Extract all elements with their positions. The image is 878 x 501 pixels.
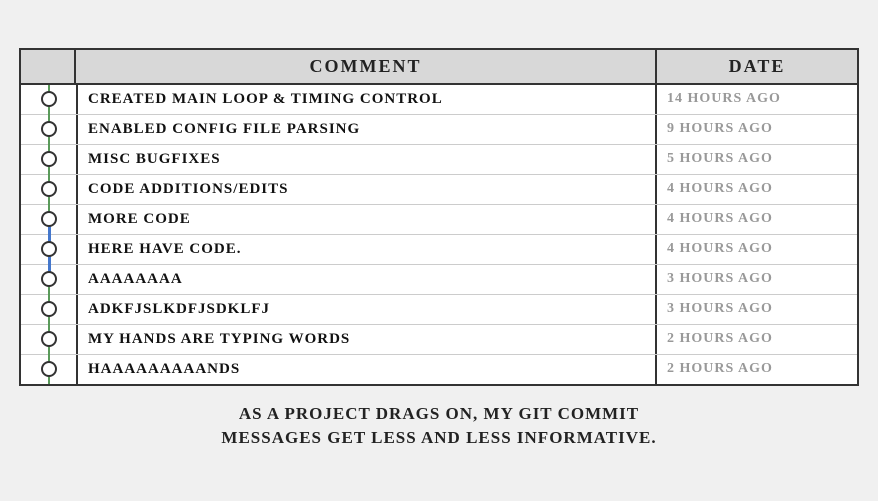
table-row: HAAAAAAAAANDS 2 HOURS AGO (21, 355, 857, 384)
row-date: 4 HOURS AGO (657, 235, 857, 264)
row-comment: HAAAAAAAAANDS (76, 355, 657, 384)
commit-circle (41, 91, 57, 107)
row-comment: CREATED MAIN LOOP & TIMING CONTROL (76, 85, 657, 114)
row-comment: ADKFJSLKDFJSDKLFJ (76, 295, 657, 324)
main-container: COMMENT DATE CREATED MAIN LOOP & TIMING … (9, 38, 869, 464)
table-row: MISC BUGFIXES 5 HOURS AGO (21, 145, 857, 175)
commit-circle (41, 121, 57, 137)
table-row: ADKFJSLKDFJSDKLFJ 3 HOURS AGO (21, 295, 857, 325)
row-icon-cell (21, 235, 76, 264)
row-icon-cell (21, 115, 76, 144)
table-row: CREATED MAIN LOOP & TIMING CONTROL 14 HO… (21, 85, 857, 115)
row-comment: MISC BUGFIXES (76, 145, 657, 174)
row-icon-cell (21, 295, 76, 324)
date-column-header: DATE (657, 50, 857, 83)
row-date: 5 HOURS AGO (657, 145, 857, 174)
table-row: HERE HAVE CODE. 4 HOURS AGO (21, 235, 857, 265)
table-row: CODE ADDITIONS/EDITS 4 HOURS AGO (21, 175, 857, 205)
row-date: 2 HOURS AGO (657, 325, 857, 354)
row-icon-cell (21, 85, 76, 114)
commit-circle (41, 301, 57, 317)
commit-circle (41, 331, 57, 347)
table-row: AAAAAAAA 3 HOURS AGO (21, 265, 857, 295)
row-icon-cell (21, 175, 76, 204)
row-date: 4 HOURS AGO (657, 175, 857, 204)
row-comment: HERE HAVE CODE. (76, 235, 657, 264)
table-row: MORE CODE 4 HOURS AGO (21, 205, 857, 235)
row-date: 3 HOURS AGO (657, 265, 857, 294)
row-comment: ENABLED CONFIG FILE PARSING (76, 115, 657, 144)
row-icon-cell (21, 355, 76, 384)
row-comment: MY HANDS ARE TYPING WORDS (76, 325, 657, 354)
row-comment: CODE ADDITIONS/EDITS (76, 175, 657, 204)
table-body: CREATED MAIN LOOP & TIMING CONTROL 14 HO… (21, 85, 857, 384)
caption: AS A PROJECT DRAGS ON, MY GIT COMMIT MES… (19, 398, 859, 454)
caption-line2: MESSAGES GET LESS AND LESS INFORMATIVE. (19, 426, 859, 450)
icon-column-header (21, 50, 76, 83)
row-icon-cell (21, 325, 76, 354)
row-comment: AAAAAAAA (76, 265, 657, 294)
comment-column-header: COMMENT (76, 50, 657, 83)
git-log-table: COMMENT DATE CREATED MAIN LOOP & TIMING … (19, 48, 859, 386)
row-icon-cell (21, 205, 76, 234)
row-date: 3 HOURS AGO (657, 295, 857, 324)
commit-circle (41, 361, 57, 377)
commit-circle (41, 181, 57, 197)
row-date: 2 HOURS AGO (657, 355, 857, 384)
row-date: 9 HOURS AGO (657, 115, 857, 144)
table-row: MY HANDS ARE TYPING WORDS 2 HOURS AGO (21, 325, 857, 355)
row-comment: MORE CODE (76, 205, 657, 234)
row-icon-cell (21, 265, 76, 294)
table-header: COMMENT DATE (21, 50, 857, 85)
row-date: 4 HOURS AGO (657, 205, 857, 234)
commit-circle (41, 271, 57, 287)
row-date: 14 HOURS AGO (657, 85, 857, 114)
commit-circle (41, 151, 57, 167)
commit-circle (41, 211, 57, 227)
row-icon-cell (21, 145, 76, 174)
table-row: ENABLED CONFIG FILE PARSING 9 HOURS AGO (21, 115, 857, 145)
commit-circle (41, 241, 57, 257)
caption-line1: AS A PROJECT DRAGS ON, MY GIT COMMIT (19, 402, 859, 426)
